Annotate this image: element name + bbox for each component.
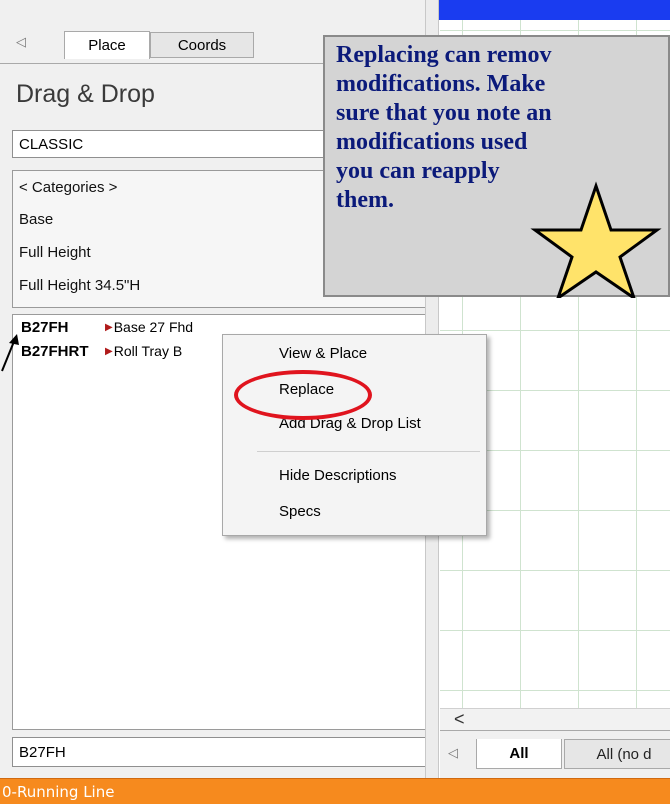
item-code: B27FHRT — [21, 342, 89, 360]
tab-coords[interactable]: Coords — [150, 32, 254, 58]
item-description: Roll Tray B — [113, 343, 183, 359]
menu-separator — [257, 451, 480, 452]
status-text: 0-Running Line — [2, 783, 115, 801]
tab-place[interactable]: Place — [64, 31, 150, 59]
drawing-tabs: ◁ All All (no d — [440, 730, 670, 778]
tab-scroll-left-icon[interactable]: ◁ — [16, 34, 26, 50]
panel-title: Drag & Drop — [16, 80, 155, 108]
tab-all[interactable]: All — [476, 739, 562, 769]
selected-item-field[interactable]: B27FH — [12, 737, 426, 767]
item-marker-icon: ▶ — [105, 345, 113, 357]
category-item[interactable]: Full Height — [19, 244, 91, 261]
item-code: B27FH — [21, 318, 69, 336]
category-item[interactable]: < Categories > — [19, 179, 117, 196]
scroll-left-icon[interactable]: < — [454, 709, 465, 730]
category-item[interactable]: Full Height 34.5"H — [19, 277, 140, 294]
category-item[interactable]: Base — [19, 211, 53, 228]
item-marker-icon: ▶ — [105, 321, 113, 333]
highlight-ring — [234, 370, 372, 420]
item-description: Base 27 Fhd — [113, 319, 194, 335]
menu-item-view-place[interactable]: View & Place — [279, 345, 367, 362]
tab-all-no-d[interactable]: All (no d — [564, 739, 670, 769]
star-icon — [530, 181, 662, 298]
menu-item-hide-descriptions[interactable]: Hide Descriptions — [279, 467, 397, 484]
list-item[interactable]: B27FH ▶ Base 27 Fhd — [21, 317, 193, 337]
context-menu: View & Place Replace Add Drag & Drop Lis… — [222, 334, 487, 536]
menu-item-specs[interactable]: Specs — [279, 503, 321, 520]
pointer-arrow-icon — [1, 334, 19, 372]
status-bar: 0-Running Line — [0, 778, 670, 804]
list-item[interactable]: B27FHRT ▶ Roll Tray B — [21, 341, 182, 361]
tab-scroll-left-icon[interactable]: ◁ — [448, 745, 458, 761]
horizontal-scrollbar[interactable]: < — [440, 708, 670, 730]
